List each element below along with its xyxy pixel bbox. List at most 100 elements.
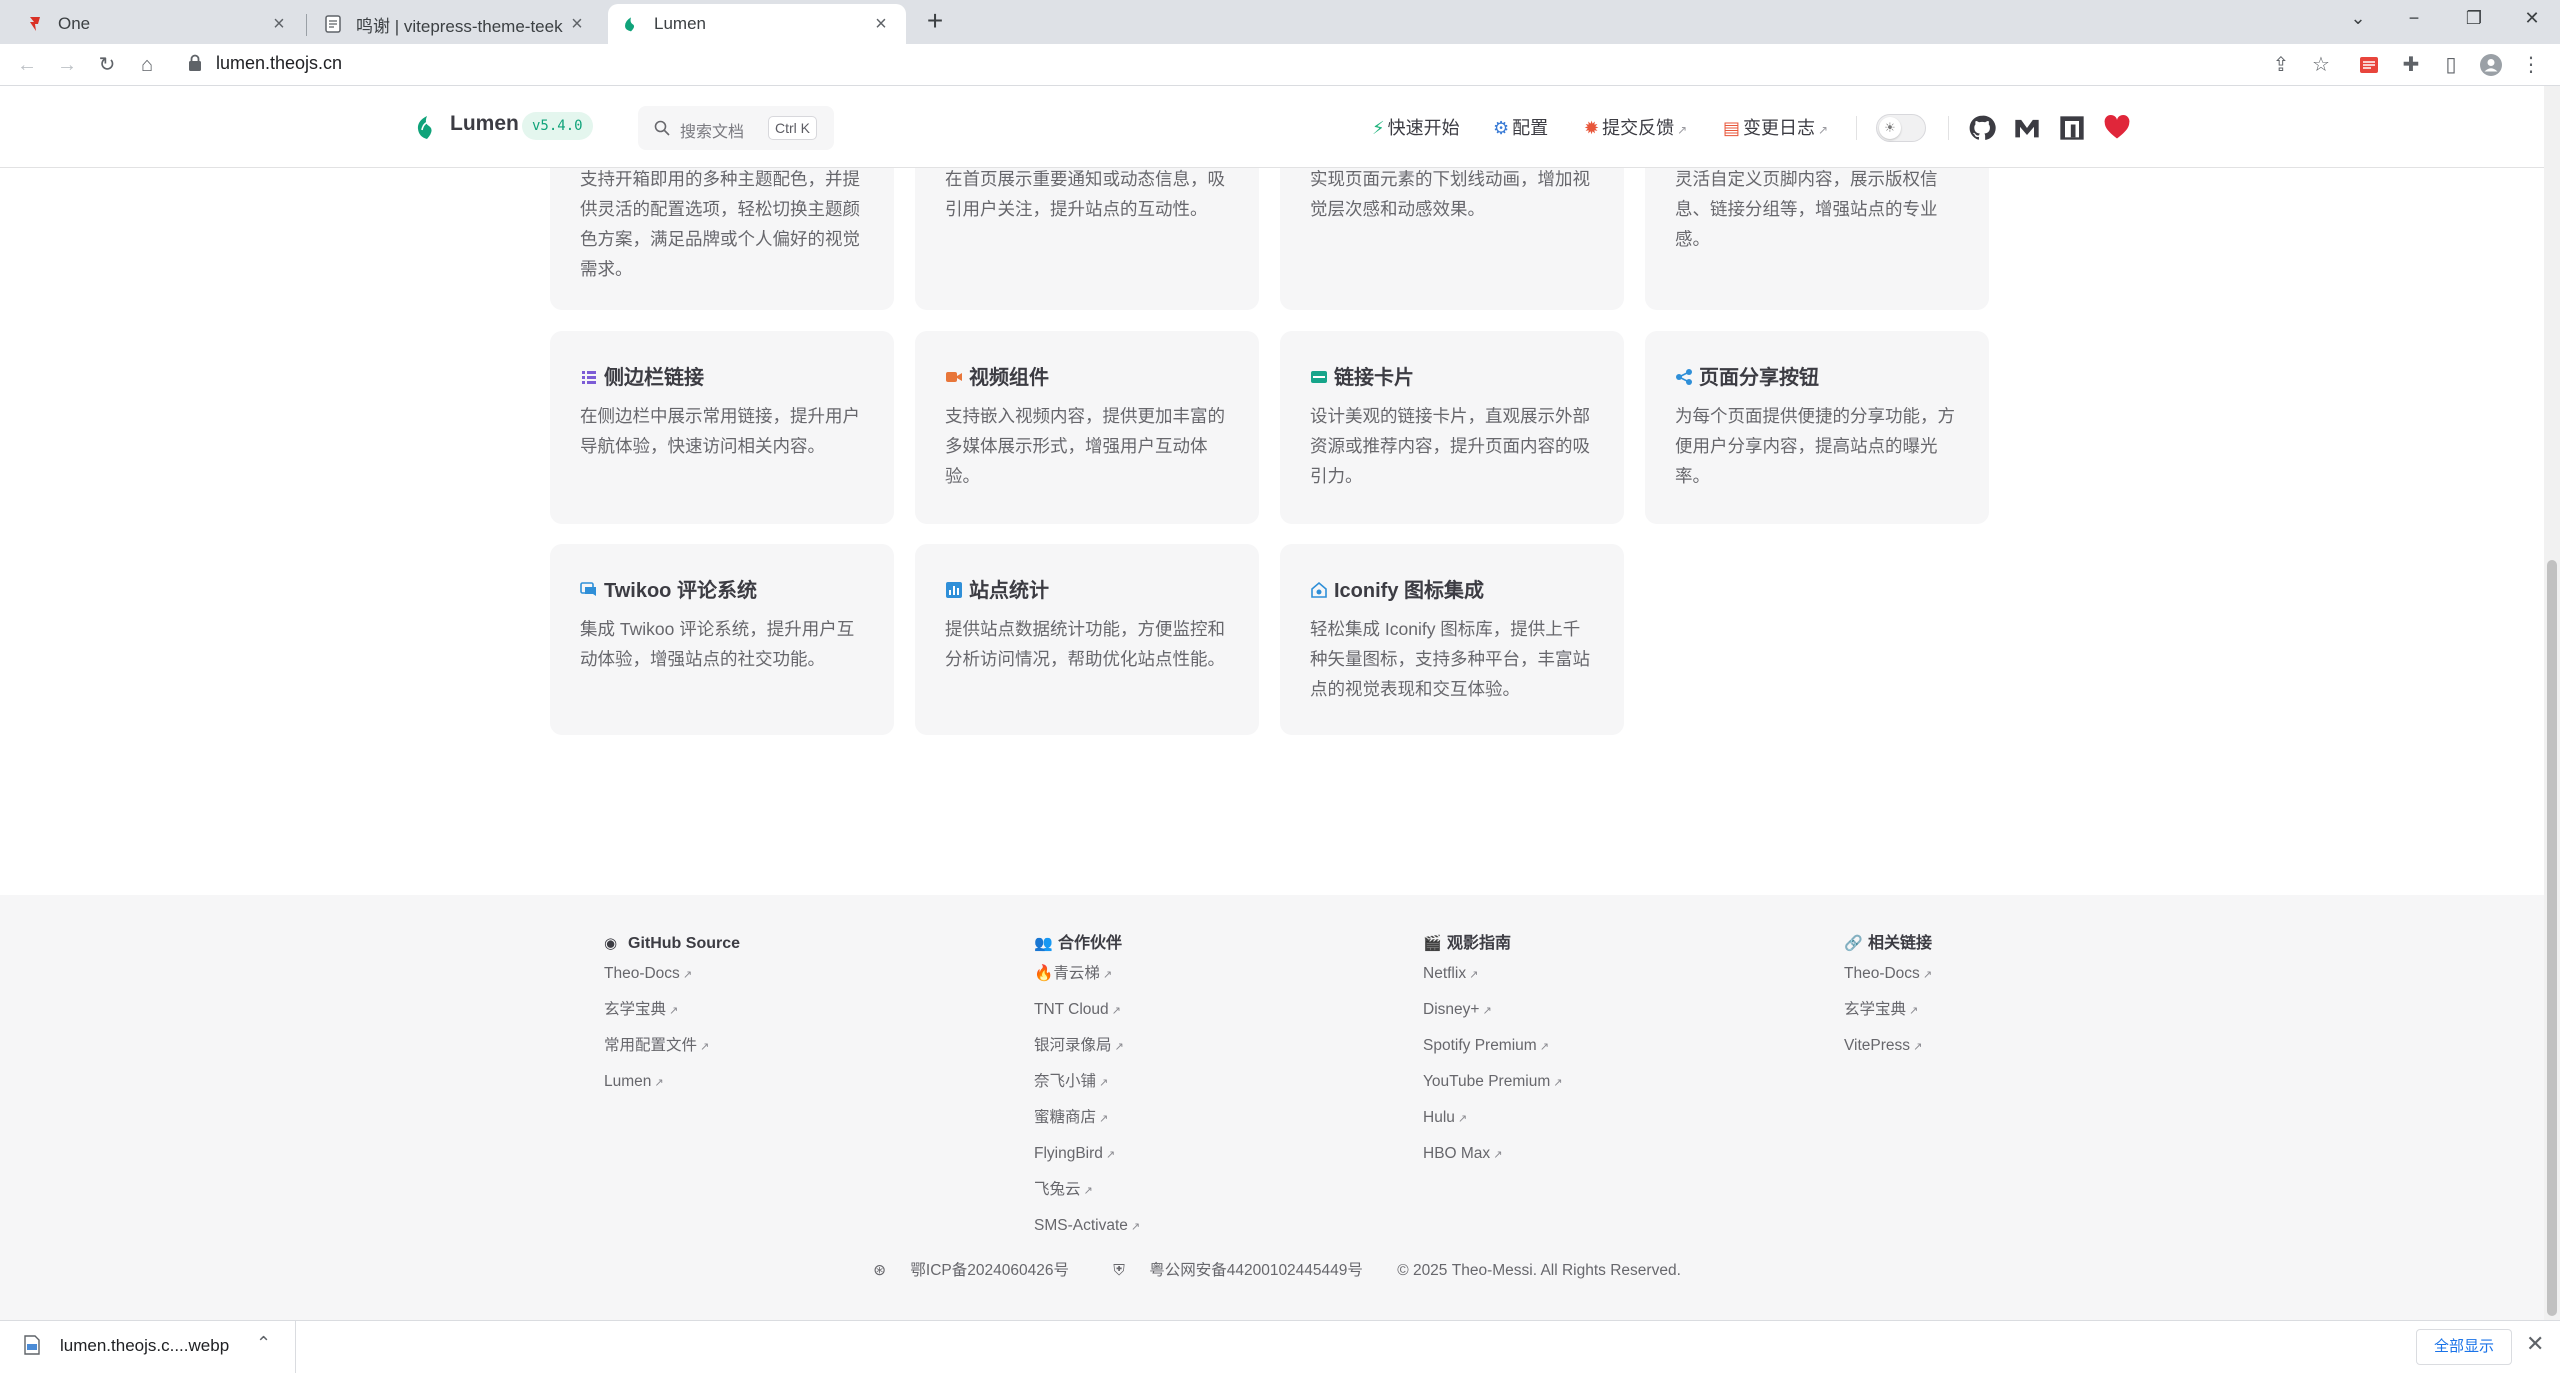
- profile-avatar-icon[interactable]: [2476, 50, 2506, 80]
- footer-column-github-source: ◉ GitHub Source Theo-Docs ↗ 玄学宝典 ↗ 常用配置文件 ↗ …: [604, 932, 740, 1100]
- external-arrow-icon: ↗: [1083, 1185, 1093, 1197]
- police-text: 粤公网安备44200102445449号: [1149, 1262, 1363, 1279]
- show-all-downloads-button[interactable]: 全部显示: [2416, 1329, 2512, 1365]
- extension-reader-icon[interactable]: [2354, 50, 2384, 80]
- footer-link[interactable]: Hulu ↗: [1423, 1100, 1562, 1136]
- close-icon[interactable]: ×: [566, 13, 588, 36]
- home-icon[interactable]: ⌂: [132, 50, 162, 80]
- restore-button[interactable]: ❐: [2446, 0, 2502, 36]
- chevron-up-icon[interactable]: ⌃: [256, 1333, 271, 1354]
- tab-strip: One × 鸣谢 | vitepress-theme-teek × Lumen …: [0, 0, 2560, 44]
- side-panel-icon[interactable]: ▯: [2436, 50, 2466, 80]
- footer-link[interactable]: FlyingBird ↗: [1034, 1136, 1140, 1172]
- back-icon[interactable]: ←: [12, 50, 42, 80]
- extensions-puzzle-icon[interactable]: ✚: [2396, 50, 2426, 80]
- footer-link-text: 青云梯: [1053, 965, 1100, 982]
- nav-link-quick-start[interactable]: ⚡ 快速开始: [1372, 114, 1460, 140]
- police-record-link[interactable]: ⛨ 粤公网安备44200102445449号: [1103, 1262, 1373, 1279]
- footer-link[interactable]: Theo-Docs ↗: [1844, 956, 1932, 992]
- fire-icon: 🔥: [1034, 965, 1054, 982]
- site-title[interactable]: Lumen: [450, 112, 519, 136]
- reload-icon[interactable]: ↻: [92, 50, 122, 80]
- footer-link[interactable]: 银河录像局 ↗: [1034, 1028, 1140, 1064]
- icp-icon: ⊛: [873, 1262, 891, 1279]
- page-scrollbar[interactable]: [2544, 86, 2560, 1320]
- heart-icon[interactable]: [2103, 114, 2131, 142]
- footer-link[interactable]: Spotify Premium ↗: [1423, 1028, 1562, 1064]
- lock-icon[interactable]: [188, 54, 202, 72]
- footer-link[interactable]: Netflix ↗: [1423, 956, 1562, 992]
- tab-one[interactable]: One ×: [12, 4, 304, 44]
- footer-link[interactable]: 🔥青云梯 ↗: [1034, 956, 1140, 992]
- footer-link-text: FlyingBird: [1034, 1145, 1103, 1162]
- tab-title: One: [58, 14, 91, 33]
- external-arrow-icon: ↗: [1457, 1113, 1468, 1125]
- footer-link[interactable]: VitePress ↗: [1844, 1028, 1932, 1064]
- search-button[interactable]: 搜索文档 Ctrl K: [638, 106, 834, 150]
- close-icon[interactable]: ✕: [2526, 1331, 2544, 1357]
- sun-icon: ☀: [1879, 117, 1901, 139]
- scrollbar-thumb[interactable]: [2547, 560, 2557, 1316]
- forward-icon[interactable]: →: [52, 50, 82, 80]
- feature-title: 侧边栏链接: [580, 361, 704, 390]
- github-icon[interactable]: [1968, 114, 1996, 142]
- file-icon: [24, 1335, 40, 1355]
- feature-card-twikoo: Twikoo 评论系统 集成 Twikoo 评论系统，提升用户互动体验，增强站点…: [550, 544, 894, 735]
- new-tab-button[interactable]: +: [920, 6, 950, 36]
- feature-desc: 支持开箱即用的多种主题配色，并提供灵活的配置选项，轻松切换主题颜色方案，满足品牌…: [580, 169, 860, 279]
- tab-vitepress-theme-teek[interactable]: 鸣谢 | vitepress-theme-teek ×: [310, 4, 602, 44]
- tab-divider: [306, 14, 307, 36]
- list-icon: [582, 371, 596, 384]
- address-bar[interactable]: lumen.theojs.cn: [216, 53, 342, 74]
- footer-link-text: Theo-Docs: [604, 965, 680, 982]
- tab-search-icon[interactable]: ⌄: [2330, 0, 2386, 36]
- npm-icon[interactable]: [2058, 114, 2086, 142]
- icp-record-link[interactable]: ⊛ 鄂ICP备2024060426号: [863, 1262, 1079, 1279]
- browser-toolbar: ← → ↻ ⌂ lumen.theojs.cn ⇪ ☆ ✚ ▯ ⋮: [0, 44, 2560, 86]
- feature-desc: 集成 Twikoo 评论系统，提升用户互动体验，增强站点的社交功能。: [580, 619, 855, 669]
- footer-link[interactable]: 玄学宝典 ↗: [604, 992, 740, 1028]
- theme-toggle[interactable]: ☀: [1876, 114, 1926, 142]
- external-arrow-icon: ↗: [1099, 1077, 1109, 1089]
- nav-link-config[interactable]: ⚙ 配置: [1493, 114, 1548, 140]
- footer-link[interactable]: 蜜糖商店 ↗: [1034, 1100, 1140, 1136]
- nav-link-changelog[interactable]: ▤ 变更日志 ↗: [1723, 114, 1828, 140]
- footer-link[interactable]: YouTube Premium ↗: [1423, 1064, 1562, 1100]
- lumen-logo-icon[interactable]: [414, 114, 438, 140]
- tab-title: Lumen: [654, 14, 706, 33]
- minimize-button[interactable]: −: [2386, 0, 2442, 36]
- share-page-icon[interactable]: ⇪: [2266, 50, 2296, 80]
- tab-lumen[interactable]: Lumen ×: [608, 4, 906, 44]
- external-arrow-icon: ↗: [1553, 1077, 1563, 1089]
- bookmark-star-icon[interactable]: ☆: [2306, 50, 2336, 80]
- feature-title-text: Twikoo 评论系统: [604, 580, 757, 602]
- close-icon[interactable]: ×: [870, 13, 892, 36]
- footer-link[interactable]: HBO Max ↗: [1423, 1136, 1562, 1172]
- external-arrow-icon: ↗: [1105, 1149, 1116, 1161]
- feature-card-iconify: Iconify 图标集成 轻松集成 Iconify 图标库，提供上千种矢量图标，…: [1280, 544, 1624, 735]
- footer-link-text: 玄学宝典: [1844, 1001, 1907, 1018]
- footer-link[interactable]: Disney+ ↗: [1423, 992, 1562, 1028]
- external-arrow-icon: ↗: [1922, 969, 1933, 981]
- close-window-button[interactable]: ✕: [2504, 0, 2560, 36]
- footer-link[interactable]: SMS-Activate ↗: [1034, 1208, 1140, 1244]
- footer-link[interactable]: Lumen ↗: [604, 1064, 740, 1100]
- footer-link[interactable]: 常用配置文件 ↗: [604, 1028, 740, 1064]
- feature-title: 站点统计: [945, 574, 1049, 603]
- close-icon[interactable]: ×: [268, 13, 290, 36]
- nav-link-label: 变更日志: [1743, 118, 1816, 138]
- footer-link[interactable]: 玄学宝典 ↗: [1844, 992, 1932, 1028]
- external-arrow-icon: ↗: [1913, 1041, 1923, 1053]
- download-item[interactable]: lumen.theojs.c....webp ⌃: [0, 1321, 296, 1373]
- footer-link[interactable]: 飞兔云 ↗: [1034, 1172, 1140, 1208]
- footer-link[interactable]: TNT Cloud ↗: [1034, 992, 1140, 1028]
- footer-legal: ⊛ 鄂ICP备2024060426号 ⛨ 粤公网安备44200102445449…: [0, 1258, 2544, 1280]
- icp-text: 鄂ICP备2024060426号: [910, 1262, 1069, 1279]
- footer-link[interactable]: Theo-Docs ↗: [604, 956, 740, 992]
- footer-link[interactable]: 奈飞小铺 ↗: [1034, 1064, 1140, 1100]
- nav-link-feedback[interactable]: ✹ 提交反馈 ↗: [1584, 114, 1687, 140]
- footer-link-text: 玄学宝典: [604, 1001, 667, 1018]
- kebab-menu-icon[interactable]: ⋮: [2516, 50, 2546, 80]
- mastodon-icon[interactable]: [2013, 114, 2041, 142]
- feature-desc: 为每个页面提供便捷的分享功能，方便用户分享内容，提高站点的曝光率。: [1675, 406, 1955, 486]
